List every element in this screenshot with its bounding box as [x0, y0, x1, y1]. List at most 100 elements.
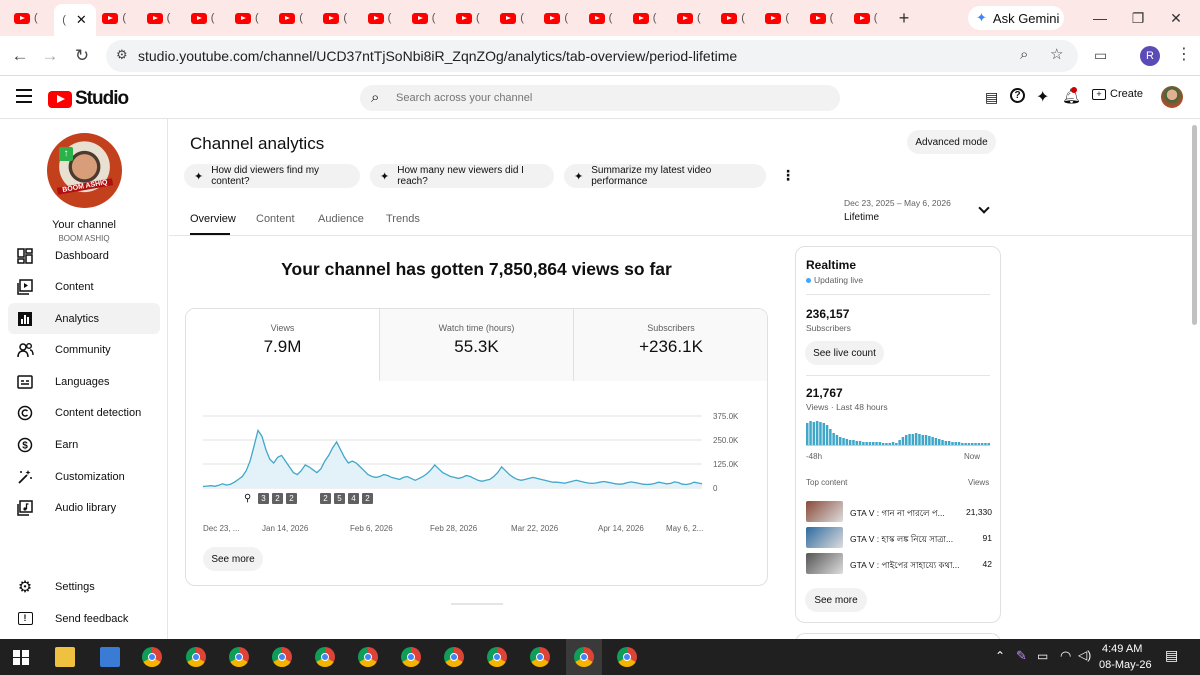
advanced-mode-button[interactable]: Advanced mode [907, 130, 996, 154]
browser-tab[interactable]: ( [496, 6, 538, 30]
metric-subscribers[interactable]: Subscribers +236.1K [574, 309, 767, 381]
sidebar-item-content-detection[interactable]: Content detection [8, 397, 160, 428]
url-text[interactable]: studio.youtube.com/channel/UCD37ntTjSoNb… [138, 48, 737, 64]
browser-tab[interactable]: ( [540, 6, 582, 30]
sidebar-item-settings[interactable]: ⚙ Settings [8, 571, 160, 602]
chrome-icon[interactable] [530, 647, 550, 667]
browser-tab[interactable]: ( [452, 6, 494, 30]
file-explorer-icon[interactable] [55, 647, 75, 667]
chrome-icon[interactable] [142, 647, 162, 667]
volume-icon[interactable]: ◁) [1078, 648, 1091, 662]
browser-tab[interactable]: ( [629, 6, 671, 30]
video-marker[interactable]: 2 [272, 493, 283, 504]
see-more-button[interactable]: See more [203, 547, 263, 571]
channel-search-box[interactable]: ⌕ [360, 85, 840, 111]
chrome-icon[interactable] [574, 647, 594, 667]
chips-more-icon[interactable]: ⋮ [781, 167, 795, 184]
sidebar-item-customization[interactable]: Customization [8, 461, 160, 492]
create-button[interactable]: + Create [1092, 88, 1143, 100]
windows-start-icon[interactable] [13, 650, 29, 665]
page-scrollbar[interactable] [1192, 125, 1197, 325]
video-marker[interactable]: 3 [258, 493, 269, 504]
browser-tab[interactable]: ( [673, 6, 715, 30]
browser-tab[interactable]: ( [275, 6, 317, 30]
help-icon[interactable]: ? [1010, 88, 1025, 103]
video-marker[interactable]: 5 [334, 493, 345, 504]
video-marker[interactable]: 2 [320, 493, 331, 504]
browser-tab[interactable]: ( [364, 6, 406, 30]
browser-tab[interactable]: ( [98, 6, 140, 30]
chrome-icon[interactable] [315, 647, 335, 667]
wifi-icon[interactable]: ◠ [1060, 648, 1071, 664]
captions-icon[interactable]: ▤ [985, 89, 998, 106]
browser-tab[interactable]: (✕ [54, 4, 97, 36]
pen-icon[interactable]: ✎ [1016, 648, 1027, 664]
chrome-icon[interactable] [229, 647, 249, 667]
sidebar-item-dashboard[interactable]: Dashboard [8, 240, 160, 271]
forward-icon[interactable]: → [38, 44, 62, 68]
chrome-icon[interactable] [401, 647, 421, 667]
sidebar-item-languages[interactable]: Languages [8, 366, 160, 397]
browser-tab[interactable]: ( [231, 6, 273, 30]
browser-tab[interactable]: ( [319, 6, 361, 30]
browser-tab[interactable]: ( [585, 6, 627, 30]
video-marker[interactable]: 2 [286, 493, 297, 504]
tab-content[interactable]: Content [256, 213, 295, 225]
browser-tab[interactable]: ( [187, 6, 229, 30]
browser-tab[interactable]: ( [717, 6, 759, 30]
sidebar-item-analytics[interactable]: Analytics [8, 303, 160, 334]
battery-icon[interactable]: ▭ [1037, 649, 1048, 663]
taskbar-time[interactable]: 4:49 AM [1102, 643, 1142, 655]
top-content-row[interactable]: GTA V : পাইপের সাহায্যে কথা... 42 [806, 553, 992, 575]
maximize-button[interactable]: ❐ [1126, 6, 1150, 30]
site-settings-icon[interactable]: ⚙ [116, 47, 128, 63]
tab-close-icon[interactable]: ✕ [76, 12, 87, 28]
zoom-icon[interactable]: ⌕ [1020, 46, 1028, 63]
taskbar-date[interactable]: 08-May-26 [1099, 659, 1152, 671]
channel-search-input[interactable] [396, 90, 816, 106]
reading-mode-icon[interactable]: ▭ [1094, 47, 1107, 64]
chrome-icon[interactable] [272, 647, 292, 667]
browser-tab[interactable]: ( [850, 6, 892, 30]
realtime-see-more-button[interactable]: See more [805, 588, 867, 612]
realtime-views-bars[interactable] [806, 420, 992, 446]
tab-overview[interactable]: Overview [190, 213, 236, 225]
ask-gemini-button[interactable]: ✦ Ask Gemini [968, 6, 1064, 30]
channel-avatar[interactable]: ↑ BOOM ASHIQ [47, 133, 122, 208]
new-tab-button[interactable]: + [892, 6, 916, 30]
reload-icon[interactable]: ↻ [70, 44, 94, 68]
browser-tab[interactable]: ( [761, 6, 803, 30]
views-line-chart[interactable]: 375.0K 250.0K 125.0K 0 Dec 23, ... Jan 14, 20… [186, 399, 768, 539]
suggestion-chip[interactable]: ✦ How many new viewers did I reach? [370, 164, 554, 188]
tab-audience[interactable]: Audience [318, 213, 364, 225]
browser-tab[interactable]: ( [10, 6, 52, 30]
chrome-icon[interactable] [487, 647, 507, 667]
close-window-button[interactable]: ✕ [1164, 6, 1188, 30]
bookmark-star-icon[interactable]: ☆ [1050, 45, 1063, 63]
chrome-icon[interactable] [186, 647, 206, 667]
metric-watch-time-hours[interactable]: Watch time (hours) 55.3K [380, 309, 574, 381]
hamburger-menu-icon[interactable] [16, 89, 32, 103]
calculator-icon[interactable] [100, 647, 120, 667]
browser-tab[interactable]: ( [806, 6, 848, 30]
studio-logo[interactable]: Studio [48, 88, 129, 110]
minimize-button[interactable]: — [1088, 6, 1112, 30]
top-content-row[interactable]: GTA V : গান না পারলে প... 21,330 [806, 501, 992, 523]
chrome-icon[interactable] [358, 647, 378, 667]
back-icon[interactable]: ← [8, 44, 32, 68]
omnibox[interactable]: ⚙ studio.youtube.com/channel/UCD37ntTjSo… [106, 40, 1078, 72]
gemini-sparkle-icon[interactable]: ✦ [1036, 87, 1049, 107]
sidebar-item-feedback[interactable]: ! Send feedback [8, 603, 160, 634]
sidebar-item-earn[interactable]: $ Earn [8, 429, 160, 460]
top-content-row[interactable]: GTA V : হাস্ক লঙ্ক নিয়ে সাত্রা... 91 [806, 527, 992, 549]
see-live-count-button[interactable]: See live count [805, 341, 884, 365]
more-menu-icon[interactable]: ⋮ [1176, 44, 1192, 64]
notification-center-icon[interactable]: ▤ [1165, 647, 1178, 664]
tray-chevron-icon[interactable]: ⌃ [995, 649, 1005, 663]
chrome-icon[interactable] [617, 647, 637, 667]
sidebar-item-content[interactable]: Content [8, 271, 160, 302]
suggestion-chip[interactable]: ✦ Summarize my latest video performance [564, 164, 766, 188]
suggestion-chip[interactable]: ✦ How did viewers find my content? [184, 164, 360, 188]
video-marker[interactable]: 4 [348, 493, 359, 504]
browser-tab[interactable]: ( [408, 6, 450, 30]
